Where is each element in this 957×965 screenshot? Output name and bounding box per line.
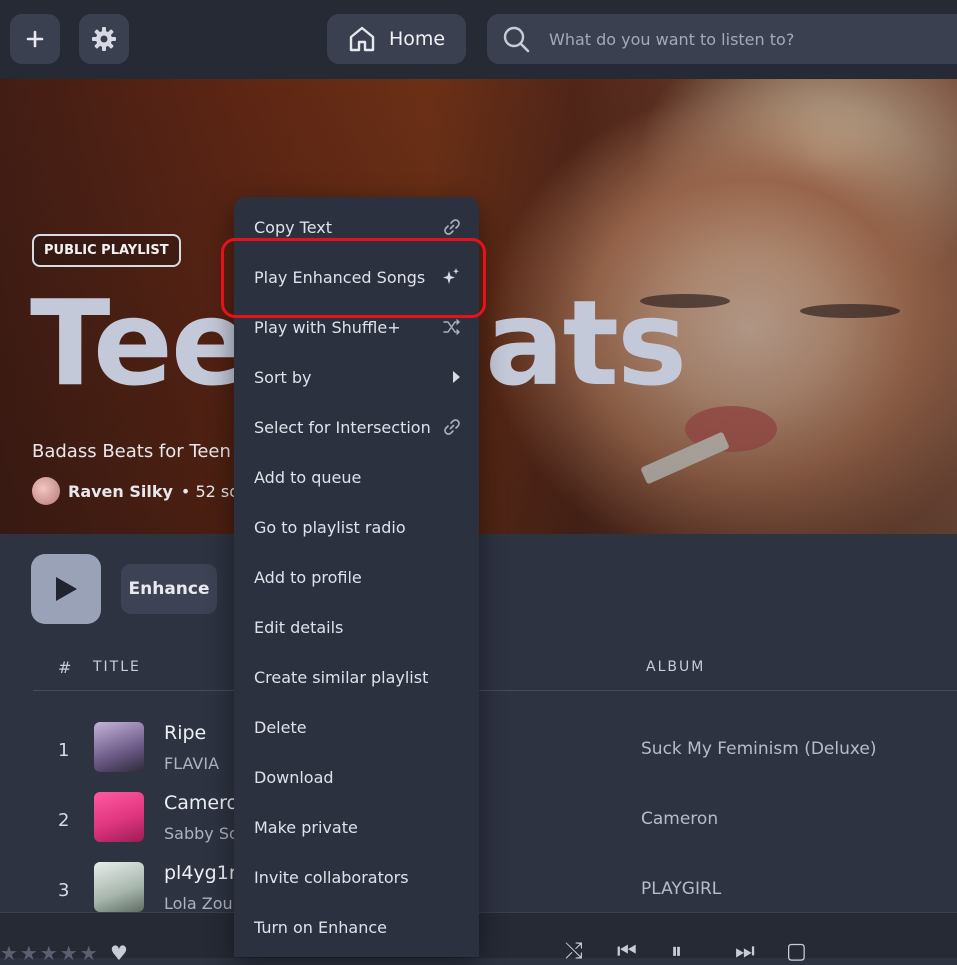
menu-item-play-enhanced-songs[interactable]: Play Enhanced Songs [234,252,479,302]
header-number: # [58,658,72,677]
home-button[interactable]: Home [327,14,466,64]
avatar[interactable] [32,477,60,505]
menu-item-add-to-profile[interactable]: Add to profile [234,552,479,602]
menu-item-label: Make private [254,817,358,837]
menu-item-download[interactable]: Download [234,752,479,802]
menu-item-go-to-playlist-radio[interactable]: Go to playlist radio [234,502,479,552]
header-album[interactable]: ALBUM [646,659,705,675]
enhance-button[interactable]: Enhance [121,564,217,614]
menu-item-create-similar-playlist[interactable]: Create similar playlist [234,652,479,702]
menu-item-label: Copy Text [254,217,333,237]
top-bar: Home [0,0,957,79]
track-artist[interactable]: FLAVIA [164,754,219,773]
pause-icon[interactable]: ⏸ [671,939,682,964]
owner-name[interactable]: Raven Silky [68,482,173,501]
home-icon [349,26,375,52]
menu-item-make-private[interactable]: Make private [234,802,479,852]
search-bar[interactable] [487,14,957,64]
playlist-title-left: Tee [30,274,251,412]
gear-icon [92,27,116,51]
menu-item-label: Create similar playlist [254,667,429,687]
home-label: Home [389,28,446,50]
track-artist[interactable]: Sabby So [164,824,239,843]
link-icon [443,218,461,236]
play-icon [56,577,77,601]
playlist-description: Badass Beats for Teen [32,441,231,462]
menu-item-label: Invite collaborators [254,867,409,887]
track-title[interactable]: Camero [164,792,238,814]
track-number: 2 [58,810,70,831]
menu-item-label: Play with Shuffle+ [254,317,401,337]
menu-item-turn-on-enhance[interactable]: Turn on Enhance [234,902,479,952]
menu-item-delete[interactable]: Delete [234,702,479,752]
menu-item-invite-collaborators[interactable]: Invite collaborators [234,852,479,902]
track-number: 3 [58,880,70,901]
menu-item-select-for-intersection[interactable]: Select for Intersection [234,402,479,452]
menu-item-sort-by[interactable]: Sort by [234,352,479,402]
menu-item-add-to-queue[interactable]: Add to queue [234,452,479,502]
menu-item-edit-details[interactable]: Edit details [234,602,479,652]
link-icon [443,418,461,436]
playlist-title-right: ats [485,274,687,412]
track-table-header: # TITLE ALBUM [33,656,957,691]
submenu-arrow-icon [451,370,461,384]
menu-item-label: Download [254,767,334,787]
shuffle-icon[interactable]: ⤭ [565,939,583,964]
shuffle-icon [443,319,461,335]
menu-item-label: Play Enhanced Songs [254,267,426,287]
menu-item-label: Sort by [254,367,312,387]
track-album[interactable]: Suck My Feminism (Deluxe) [641,739,877,759]
menu-item-label: Add to profile [254,567,362,587]
heart-icon[interactable]: ♥ [110,941,128,965]
context-menu: Copy Text Play Enhanced Songs Play with … [234,197,479,957]
album-cover [94,862,144,912]
menu-item-label: Select for Intersection [254,417,431,437]
menu-item-copy-text[interactable]: Copy Text [234,202,479,252]
play-button[interactable] [31,554,101,624]
track-album[interactable]: Cameron [641,809,718,829]
repeat-icon[interactable]: ▢ [786,939,807,964]
public-playlist-badge: PUBLIC PLAYLIST [32,234,181,267]
menu-item-label: Edit details [254,617,344,637]
track-artist[interactable]: Lola Zou [164,894,233,913]
search-icon [503,26,530,53]
track-title[interactable]: pl4yg1rl [164,862,242,884]
settings-button[interactable] [79,14,129,64]
previous-icon[interactable]: ⏮ [617,939,637,964]
track-number: 1 [58,740,70,761]
album-cover [94,792,144,842]
playlist-owner: Raven Silky • 52 song [32,477,259,505]
next-icon[interactable]: ⏭ [735,939,755,964]
track-album[interactable]: PLAYGIRL [641,879,721,899]
playlist-title: Tee ats [30,284,687,402]
rating-stars[interactable]: ★★★★★ [0,941,100,965]
sparkle-icon [441,267,461,287]
header-title[interactable]: TITLE [93,659,141,675]
track-title[interactable]: Ripe [164,722,206,744]
search-input[interactable] [547,28,931,50]
add-button[interactable] [10,14,60,64]
menu-item-label: Go to playlist radio [254,517,406,537]
menu-item-play-with-shuffle[interactable]: Play with Shuffle+ [234,302,479,352]
album-cover [94,722,144,772]
menu-item-label: Turn on Enhance [254,917,387,937]
menu-item-label: Delete [254,717,307,737]
menu-item-label: Add to queue [254,467,362,487]
plus-icon [26,30,44,48]
